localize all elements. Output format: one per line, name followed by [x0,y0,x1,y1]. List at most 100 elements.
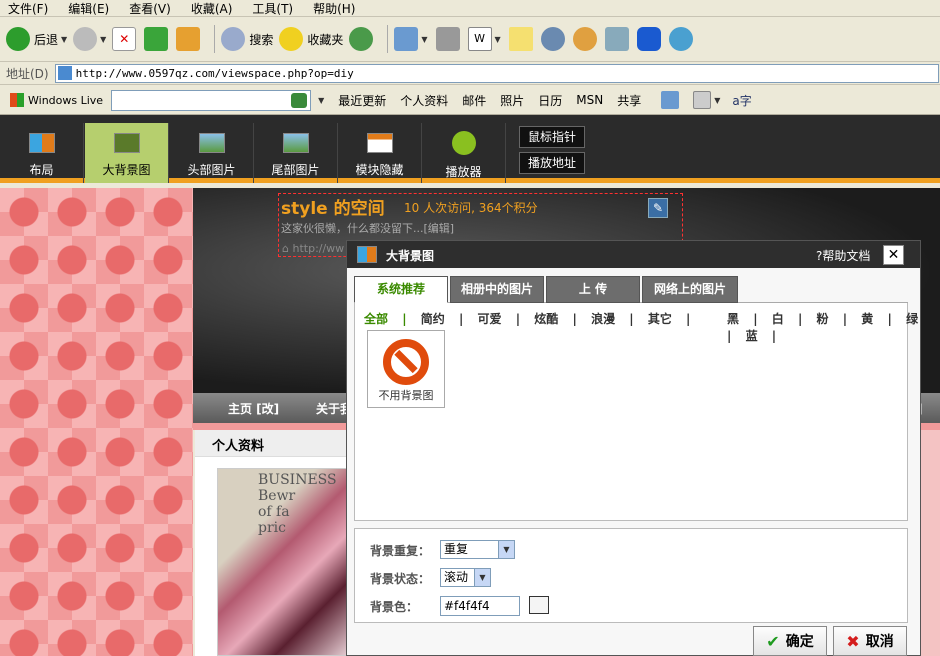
favorites-button[interactable]: 收藏夹 [279,22,343,56]
home-icon[interactable] [176,27,201,51]
close-icon[interactable]: ✕ [883,245,904,265]
history-icon[interactable] [349,27,374,51]
menu-file[interactable]: 文件(F) [8,0,48,17]
color-input[interactable]: #f4f4f4 [440,596,520,616]
menu-view[interactable]: 查看(V) [129,0,171,17]
category-simple[interactable]: 简约 | [421,312,464,326]
cancel-button[interactable]: ✖ 取消 [833,626,907,656]
state-select[interactable]: 滚动 ▼ [440,568,491,587]
tab-module-hide[interactable]: 模块隐藏 [338,123,422,183]
repeat-label: 背景重复： [370,544,431,558]
pen-icon[interactable] [572,27,597,51]
note-icon[interactable] [508,27,533,51]
research-icon[interactable] [604,27,629,51]
category-cool-label: 炫酷 [534,312,559,326]
refresh-icon[interactable] [144,27,169,51]
category-all-label: 全部 [364,312,389,326]
windows-live-logo[interactable]: Windows Live [10,93,103,107]
tab-background[interactable]: 大背景图 [85,123,169,183]
help-link[interactable]: ?帮助文档 [816,247,870,264]
chevron-down-icon: ▼ [498,541,514,558]
tab-system-recommend[interactable]: 系统推荐 [354,276,448,303]
background-settings [354,528,908,623]
link-mail[interactable]: 邮件 [462,92,486,109]
tab-player[interactable]: 播放器 [422,123,506,183]
live-search-input[interactable] [111,89,312,111]
dialog-title: 大背景图 [386,249,435,263]
search-go-icon[interactable] [291,92,308,108]
color-pink-label: 粉 [816,312,829,326]
tab-header-image[interactable]: 头部图片 [170,123,254,183]
menu-tools[interactable]: 工具(T) [252,0,293,17]
home-link[interactable]: ⌂ http://ww [282,242,344,255]
header-image-icon [198,133,225,153]
chevron-down-icon[interactable]: ▼ [61,35,67,44]
category-simple-label: 简约 [420,312,445,326]
menu-favorites[interactable]: 收藏(A) [191,0,233,17]
translate-icon[interactable]: a字 [732,92,751,109]
address-input[interactable]: http://www.0597qz.com/viewspace.php?op=d… [54,63,939,83]
bluetooth-icon[interactable] [636,27,661,51]
window-icon[interactable] [693,91,712,109]
link-photos[interactable]: 照片 [500,92,524,109]
menu-help[interactable]: 帮助(H) [313,0,355,17]
repeat-select[interactable]: 重复 ▼ [440,540,515,559]
chevron-down-icon[interactable]: ▼ [421,35,427,44]
tab-player-label: 播放器 [445,165,482,179]
chevron-down-icon[interactable]: ▼ [714,96,720,105]
color-picker-button[interactable] [529,596,549,614]
color-black-label: 黑 [727,312,740,326]
search-button[interactable]: 搜索 [221,22,273,56]
favorites-label: 收藏夹 [307,32,344,47]
category-romantic[interactable]: 浪漫 | [591,312,634,326]
messenger-icon[interactable] [540,27,565,51]
forward-button[interactable]: ▼ [73,22,106,56]
color-yellow[interactable]: 黄 | [861,312,892,326]
stop-icon[interactable]: ✕ [112,27,137,51]
category-all[interactable]: 全部 | [364,312,407,326]
color-white[interactable]: 白 | [772,312,803,326]
page-icon [57,66,72,80]
print-icon[interactable] [435,27,460,51]
mail-icon[interactable] [394,27,419,51]
ok-label: 确定 [785,634,814,650]
mouse-pointer-button[interactable]: 鼠标指针 [519,126,585,148]
word-icon[interactable]: W [467,27,492,51]
dialog-titlebar[interactable]: 大背景图 ?帮助文档 [347,241,920,268]
link-calendar[interactable]: 日历 [538,92,562,109]
link-recent-updates[interactable]: 最近更新 [338,92,386,109]
diy-editor-bar: 布局 大背景图 头部图片 尾部图片 模块隐藏 播放器 鼠标指针 播放地址 [0,115,940,183]
category-cool[interactable]: 炫酷 | [534,312,577,326]
contacts-icon[interactable] [668,27,693,51]
link-share[interactable]: 共享 [617,92,641,109]
category-other[interactable]: 其它 | [648,312,691,326]
ok-button[interactable]: ✔ 确定 [753,626,827,656]
color-pink[interactable]: 粉 | [817,312,848,326]
forward-arrow-icon [73,27,98,51]
play-address-button[interactable]: 播放地址 [519,152,585,174]
color-blue[interactable]: 蓝 | [746,329,777,343]
back-button[interactable]: 后退 ▼ [6,22,67,56]
color-blue-label: 蓝 [745,329,758,343]
link-profile[interactable]: 个人资料 [400,92,448,109]
category-cute[interactable]: 可爱 | [478,312,521,326]
category-romantic-label: 浪漫 [591,312,616,326]
add-to-blog-icon[interactable] [661,91,680,109]
tab-layout[interactable]: 布局 [0,123,84,183]
edit-pencil-icon[interactable]: ✎ [648,198,668,218]
tab-album-images[interactable]: 相册中的图片 [450,276,544,303]
chevron-down-icon[interactable]: ▼ [100,35,106,44]
nav-home[interactable]: 主页 [改] [228,400,279,417]
tab-upload[interactable]: 上 传 [546,276,640,303]
no-background-label: 不用背景图 [378,389,434,402]
tab-footer-image[interactable]: 尾部图片 [254,123,338,183]
menu-edit[interactable]: 编辑(E) [68,0,109,17]
menu-bar: 文件(F) 编辑(E) 查看(V) 收藏(A) 工具(T) 帮助(H) [0,0,940,17]
site-description[interactable]: 这家伙很懒，什么都没留下...[编辑] [281,220,454,236]
tab-web-images[interactable]: 网络上的图片 [642,276,738,303]
color-black[interactable]: 黑 | [727,312,758,326]
link-msn[interactable]: MSN [576,93,603,107]
no-background-option[interactable]: 不用背景图 [367,330,445,408]
chevron-down-icon[interactable]: ▼ [318,96,324,105]
chevron-down-icon[interactable]: ▼ [495,35,501,44]
